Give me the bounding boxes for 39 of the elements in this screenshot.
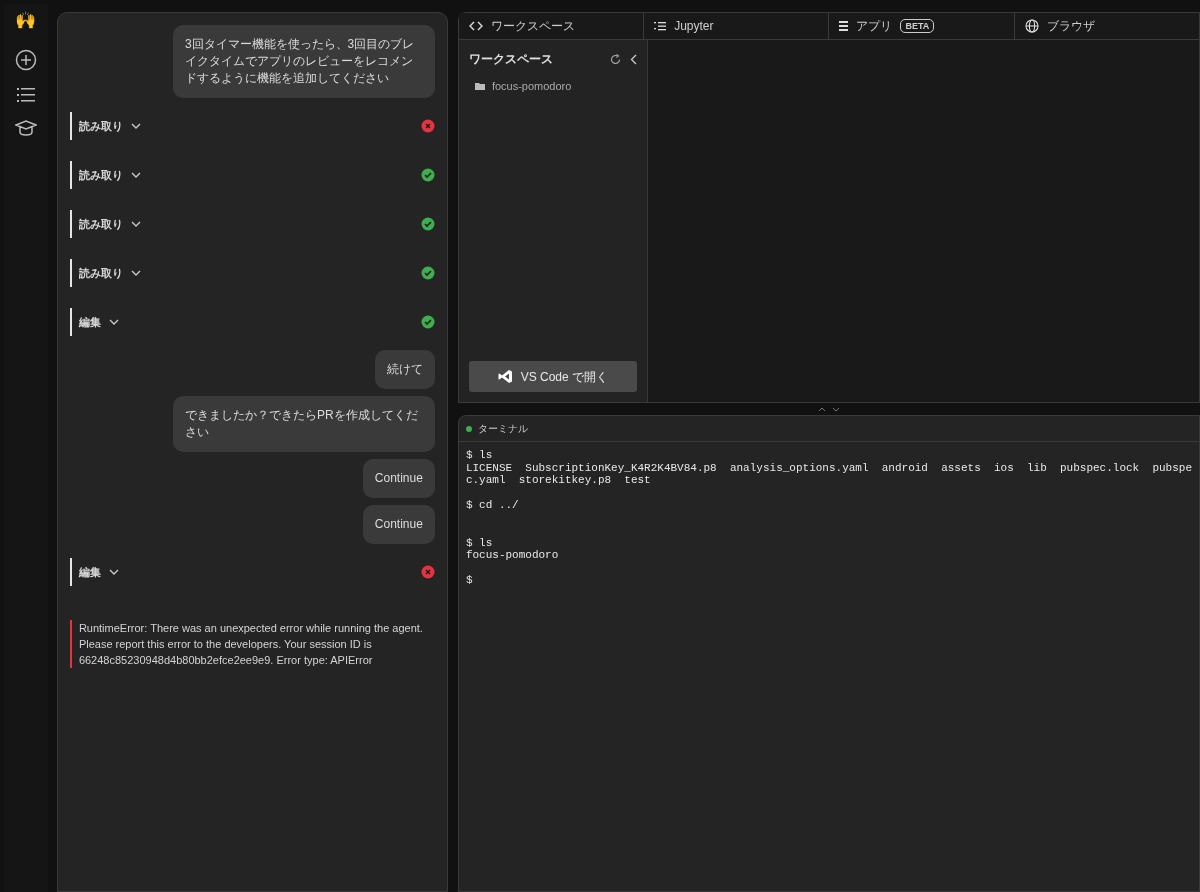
refresh-icon[interactable] xyxy=(609,53,621,65)
explorer-title: ワークスペース xyxy=(468,51,553,68)
folder-item[interactable]: focus-pomodoro xyxy=(468,78,637,95)
step-label: 読み取り xyxy=(78,118,123,134)
chevron-up-icon[interactable] xyxy=(817,406,826,412)
chevron-down-icon[interactable] xyxy=(108,319,119,325)
user-message: 続けて xyxy=(374,350,435,389)
step-label: 読み取り xyxy=(78,167,123,183)
step-label: 編集 xyxy=(78,314,101,330)
user-message: Continue xyxy=(362,505,435,544)
chevron-down-icon[interactable] xyxy=(130,172,141,178)
status-dot-icon xyxy=(465,425,472,432)
beta-badge: BETA xyxy=(900,19,935,33)
step-label: 読み取り xyxy=(78,265,123,281)
terminal-output: $ ls LICENSE SubscriptionKey_K4R2K4BV84.p8 analysis_options.yaml android assets ios lib pubspec.lock pubspe c.yaml storekitkey.p8 test $ cd ../ $ ls focus-pomodoro $ xyxy=(464,448,1193,587)
plus-icon[interactable] xyxy=(14,49,37,71)
step-label: 編集 xyxy=(78,564,101,580)
chevron-down-icon[interactable] xyxy=(831,406,840,412)
user-message: Continue xyxy=(362,459,435,498)
chevron-down-icon[interactable] xyxy=(130,221,141,227)
terminal-title: ターミナル xyxy=(477,422,528,436)
user-message: 3回タイマー機能を使ったら、3回目のブレイクタイムでアプリのレビューをレコメンドするように機能を追加してください xyxy=(172,25,435,98)
graduation-cap-icon[interactable] xyxy=(14,119,37,137)
code-icon xyxy=(468,21,483,31)
error-message: RuntimeError: There was an unexpected error while running the agent. Please report this error to the developers. Your session ID is 66248c85230948d4b80bb2efce2ee9e9. Error type: APIError xyxy=(69,620,435,668)
chevron-down-icon[interactable] xyxy=(130,123,141,129)
vscode-logo xyxy=(497,369,513,384)
logo: 🙌 xyxy=(15,12,37,29)
folder-icon xyxy=(474,82,485,91)
globe-icon xyxy=(1024,19,1039,33)
list-icon[interactable] xyxy=(16,87,35,103)
numbered-list-icon xyxy=(654,21,667,31)
open-vscode-button[interactable]: VS Code で開く xyxy=(468,361,637,392)
chevron-down-icon[interactable] xyxy=(108,569,119,575)
step-label: 読み取り xyxy=(78,216,123,232)
user-message: できましたか？できたらPRを作成してください xyxy=(172,396,435,452)
chevron-down-icon[interactable] xyxy=(130,270,141,276)
stack-icon xyxy=(839,21,849,31)
chevron-left-icon[interactable] xyxy=(629,53,637,65)
